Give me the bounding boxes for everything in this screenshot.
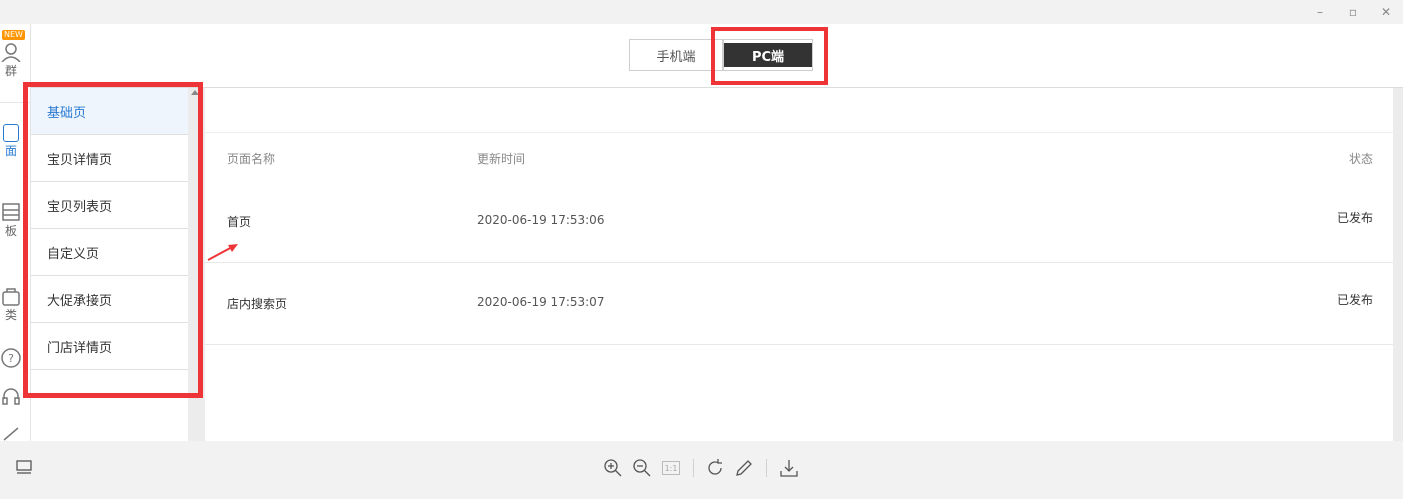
top-bar: 手机端 PC端 [31,24,1403,88]
app-window: NEW 群 面 板 类 ? 手机端 PC端 基础页 宝贝详情页 宝贝列表页 自定… [0,24,1403,441]
row-page-name: 店内搜索页 [227,297,288,311]
sidebar-item-store-detail[interactable]: 门店详情页 [31,323,188,370]
toolbar-separator [693,459,694,477]
bottom-toolbar: 1:1 [0,441,1403,499]
rail-item-category[interactable]: 类 [0,286,30,323]
rail-item-label: 面 [4,144,17,158]
toolbar-separator [766,459,767,477]
table-row[interactable]: 店内搜索页 2020-06-19 17:53:07 已发布 [205,263,1393,345]
rotate-icon[interactable] [704,457,726,479]
sidebar-item-item-detail[interactable]: 宝贝详情页 [31,135,188,182]
actual-size-label: 1:1 [662,461,680,475]
new-badge: NEW [2,30,25,40]
rail-item-label: 类 [4,308,17,322]
left-rail: NEW 群 面 板 类 ? [0,24,31,441]
rail-item-group[interactable]: 群 [0,42,30,79]
page-list: 页面名称 更新时间 状态 首页 2020-06-19 17:53:06 已发布 … [205,88,1393,441]
row-update-time: 2020-06-19 17:53:06 [477,213,605,227]
rail-item-pages[interactable]: 面 [0,124,30,159]
close-icon[interactable]: ✕ [1376,2,1396,22]
row-update-time: 2020-06-19 17:53:07 [477,295,605,309]
edit-icon [3,427,19,441]
rail-item-label: 板 [4,224,17,238]
template-icon [2,203,20,221]
zoom-in-icon[interactable] [602,457,624,479]
sidebar-item-basic[interactable]: 基础页 [31,88,188,135]
category-icon [2,288,20,306]
row-status: 已发布 [1336,293,1373,307]
sidebar-item-item-list[interactable]: 宝贝列表页 [31,182,188,229]
rail-item-label: 群 [4,64,17,78]
user-icon [1,43,21,62]
maximize-icon[interactable]: ▫ [1343,2,1363,22]
scroll-up-icon[interactable] [191,90,199,95]
table-row[interactable]: 首页 2020-06-19 17:53:06 已发布 [205,181,1393,263]
header-page-name: 页面名称 [227,152,276,166]
rail-item-edit[interactable] [0,426,30,441]
rail-item-help[interactable]: ? [0,347,30,369]
layout-icon[interactable] [13,457,35,479]
header-update-time: 更新时间 [477,152,526,166]
table-header: 页面名称 更新时间 状态 [205,133,1393,181]
mobile-tab[interactable]: 手机端 [629,39,723,71]
rail-item-service[interactable] [0,386,30,408]
page-type-sidebar: 基础页 宝贝详情页 宝贝列表页 自定义页 大促承接页 门店详情页 [31,88,188,441]
page-icon [3,124,19,142]
zoom-out-icon[interactable] [631,457,653,479]
sidebar-scrollbar[interactable] [188,88,205,441]
sidebar-item-promo[interactable]: 大促承接页 [31,276,188,323]
pen-icon[interactable] [733,457,755,479]
help-icon: ? [1,348,21,368]
svg-text:?: ? [8,352,14,365]
rail-divider [0,102,30,103]
rail-item-templates[interactable]: 板 [0,202,30,239]
minimize-icon[interactable]: – [1310,2,1330,22]
row-page-name: 首页 [227,215,252,229]
actual-size-icon[interactable]: 1:1 [660,457,682,479]
row-status: 已发布 [1336,211,1373,225]
pc-tab-label: PC端 [724,43,812,67]
annotation-arrow-icon [207,244,238,261]
download-icon[interactable] [778,457,800,479]
title-bar: – ▫ ✕ [0,0,1403,24]
sidebar-item-custom[interactable]: 自定义页 [31,229,188,276]
header-status: 状态 [1348,152,1373,166]
pc-tab[interactable]: PC端 [723,39,813,71]
headset-icon [2,388,20,405]
list-top-strip [205,88,1393,133]
main-scrollbar[interactable] [1393,88,1403,441]
